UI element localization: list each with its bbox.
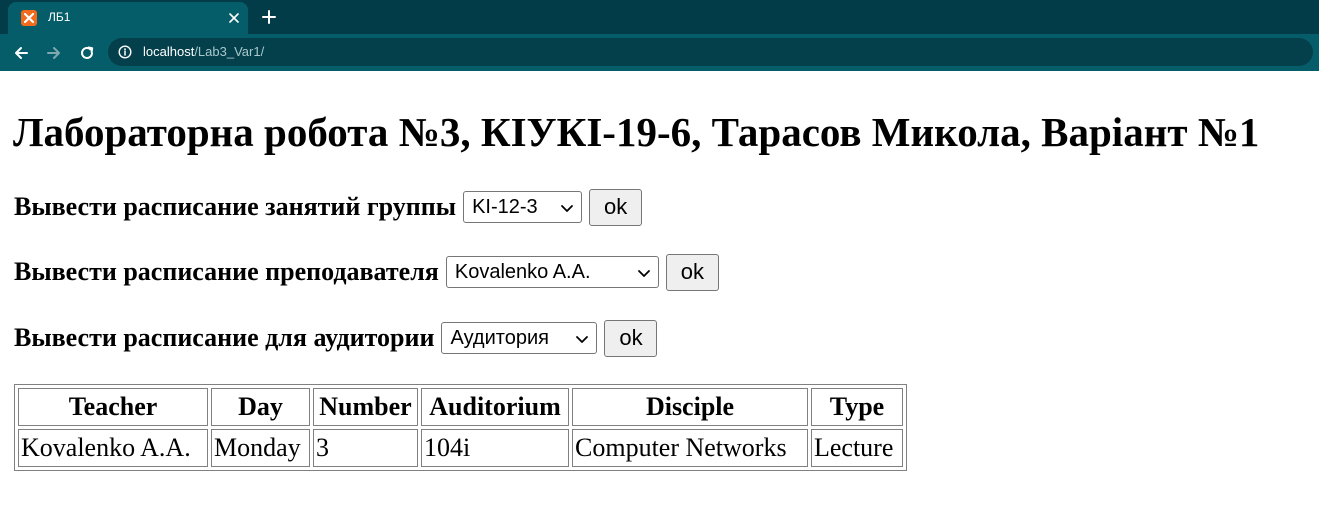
chevron-down-icon [561, 205, 573, 212]
reload-icon[interactable] [74, 40, 100, 66]
cell-type: Lecture [811, 429, 903, 467]
url-path: /Lab3_Var1/ [194, 44, 265, 59]
page-content: Лабораторна робота №3, КІУКІ-19-6, Тарас… [0, 71, 1319, 505]
teacher-select-value: Kovalenko A.A. [454, 260, 591, 283]
group-ok-button[interactable]: ok [589, 188, 643, 226]
column-header-teacher: Teacher [18, 388, 208, 426]
cell-auditorium: 104i [421, 429, 569, 467]
address-bar[interactable]: localhost/Lab3_Var1/ [108, 38, 1313, 66]
teacher-select[interactable]: Kovalenko A.A. [445, 256, 659, 288]
browser-toolbar: localhost/Lab3_Var1/ [0, 34, 1319, 71]
chevron-down-icon [576, 336, 589, 343]
auditorium-select[interactable]: Аудитория [441, 322, 598, 354]
cell-teacher: Kovalenko A.A. [18, 429, 208, 467]
table-row: Kovalenko A.A. Monday 3 104i Computer Ne… [18, 429, 903, 467]
url-host: localhost [143, 44, 195, 59]
chevron-down-icon [637, 270, 650, 277]
teacher-schedule-form: Вывести расписание преподавателя Kovalen… [14, 253, 719, 291]
column-header-number: Number [313, 388, 418, 426]
url-text: localhost/Lab3_Var1/ [143, 44, 264, 59]
table-header-row: Teacher Day Number Auditorium Disciple T… [18, 388, 903, 426]
auditorium-ok-button[interactable]: ok [604, 319, 658, 357]
schedule-table: Teacher Day Number Auditorium Disciple T… [14, 384, 907, 471]
auditorium-schedule-label: Вывести расписание для аудитории [14, 323, 435, 352]
column-header-type: Type [811, 388, 903, 426]
close-icon[interactable] [224, 8, 244, 28]
cell-number: 3 [313, 429, 418, 467]
cell-day: Monday [211, 429, 310, 467]
auditorium-select-value: Аудитория [450, 326, 549, 349]
forward-arrow-icon[interactable] [41, 40, 67, 66]
browser-tab[interactable]: ЛБ1 [8, 2, 248, 34]
back-arrow-icon[interactable] [8, 40, 34, 66]
teacher-schedule-label: Вывести расписание преподавателя [14, 257, 439, 286]
group-schedule-form: Вывести расписание занятий группы KI-12-… [14, 188, 643, 226]
teacher-ok-button[interactable]: ok [665, 253, 719, 291]
browser-tab-bar: ЛБ1 [0, 0, 1319, 34]
group-select-value: KI-12-3 [472, 195, 538, 218]
auditorium-schedule-form: Вывести расписание для аудитории Аудитор… [14, 319, 658, 357]
tab-title: ЛБ1 [48, 10, 71, 24]
column-header-day: Day [211, 388, 310, 426]
info-icon[interactable] [118, 45, 132, 59]
cell-disciple: Computer Networks [572, 429, 808, 467]
column-header-auditorium: Auditorium [421, 388, 569, 426]
plus-icon[interactable] [258, 6, 280, 28]
group-schedule-label: Вывести расписание занятий группы [14, 192, 457, 221]
group-select[interactable]: KI-12-3 [463, 191, 583, 223]
page-title: Лабораторна робота №3, КІУКІ-19-6, Тарас… [13, 109, 1260, 155]
column-header-disciple: Disciple [572, 388, 808, 426]
xampp-favicon-icon [21, 10, 37, 26]
